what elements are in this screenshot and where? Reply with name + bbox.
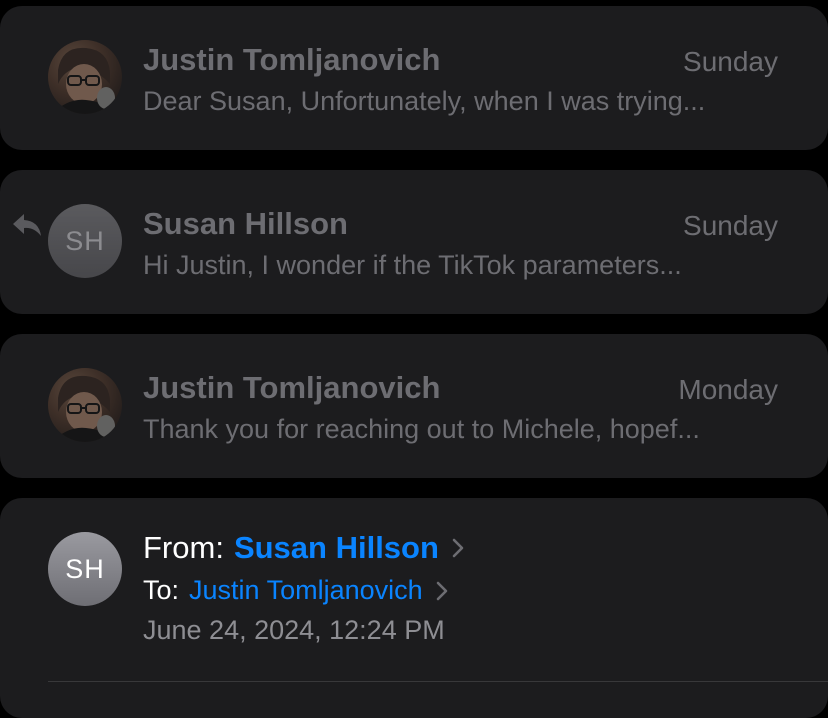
chevron-right-icon[interactable] <box>451 538 465 558</box>
from-line: From: Susan Hillson <box>143 530 465 566</box>
sender-name: Justin Tomljanovich <box>143 370 441 405</box>
message-date: Sunday <box>683 46 778 77</box>
divider <box>48 681 828 682</box>
chevron-right-icon[interactable] <box>435 581 449 601</box>
sender-avatar-initials: SH <box>48 532 122 606</box>
replied-arrow-icon <box>13 214 41 236</box>
message-date: Sunday <box>683 210 778 241</box>
sender-name: Justin Tomljanovich <box>143 42 441 77</box>
sender-avatar-photo <box>48 40 122 114</box>
thread-message-2[interactable]: SH Susan Hillson Sunday Hi Justin, I won… <box>0 170 828 314</box>
to-line: To: Justin Tomljanovich <box>143 575 449 606</box>
message-date: Monday <box>678 374 778 405</box>
person-photo-icon <box>52 47 118 114</box>
message-datetime: June 24, 2024, 12:24 PM <box>143 615 445 645</box>
from-sender-link[interactable]: Susan Hillson <box>234 530 439 566</box>
sender-avatar-initials: SH <box>48 204 122 278</box>
sender-name: Susan Hillson <box>143 206 348 241</box>
to-label: To: <box>143 575 180 605</box>
sender-avatar-photo <box>48 368 122 442</box>
message-preview: Hi Justin, I wonder if the TikTok parame… <box>143 250 682 280</box>
message-preview: Dear Susan, Unfortunately, when I was tr… <box>143 86 706 116</box>
open-message-header: SH From: Susan Hillson To: Justin Tomlja… <box>0 498 828 718</box>
thread-message-1[interactable]: Justin Tomljanovich Sunday Dear Susan, U… <box>0 6 828 150</box>
message-preview: Thank you for reaching out to Michele, h… <box>143 414 700 444</box>
thread-message-3[interactable]: Justin Tomljanovich Monday Thank you for… <box>0 334 828 478</box>
person-photo-icon <box>52 375 118 442</box>
from-label: From: <box>143 530 224 565</box>
to-recipient-link[interactable]: Justin Tomljanovich <box>189 575 423 606</box>
